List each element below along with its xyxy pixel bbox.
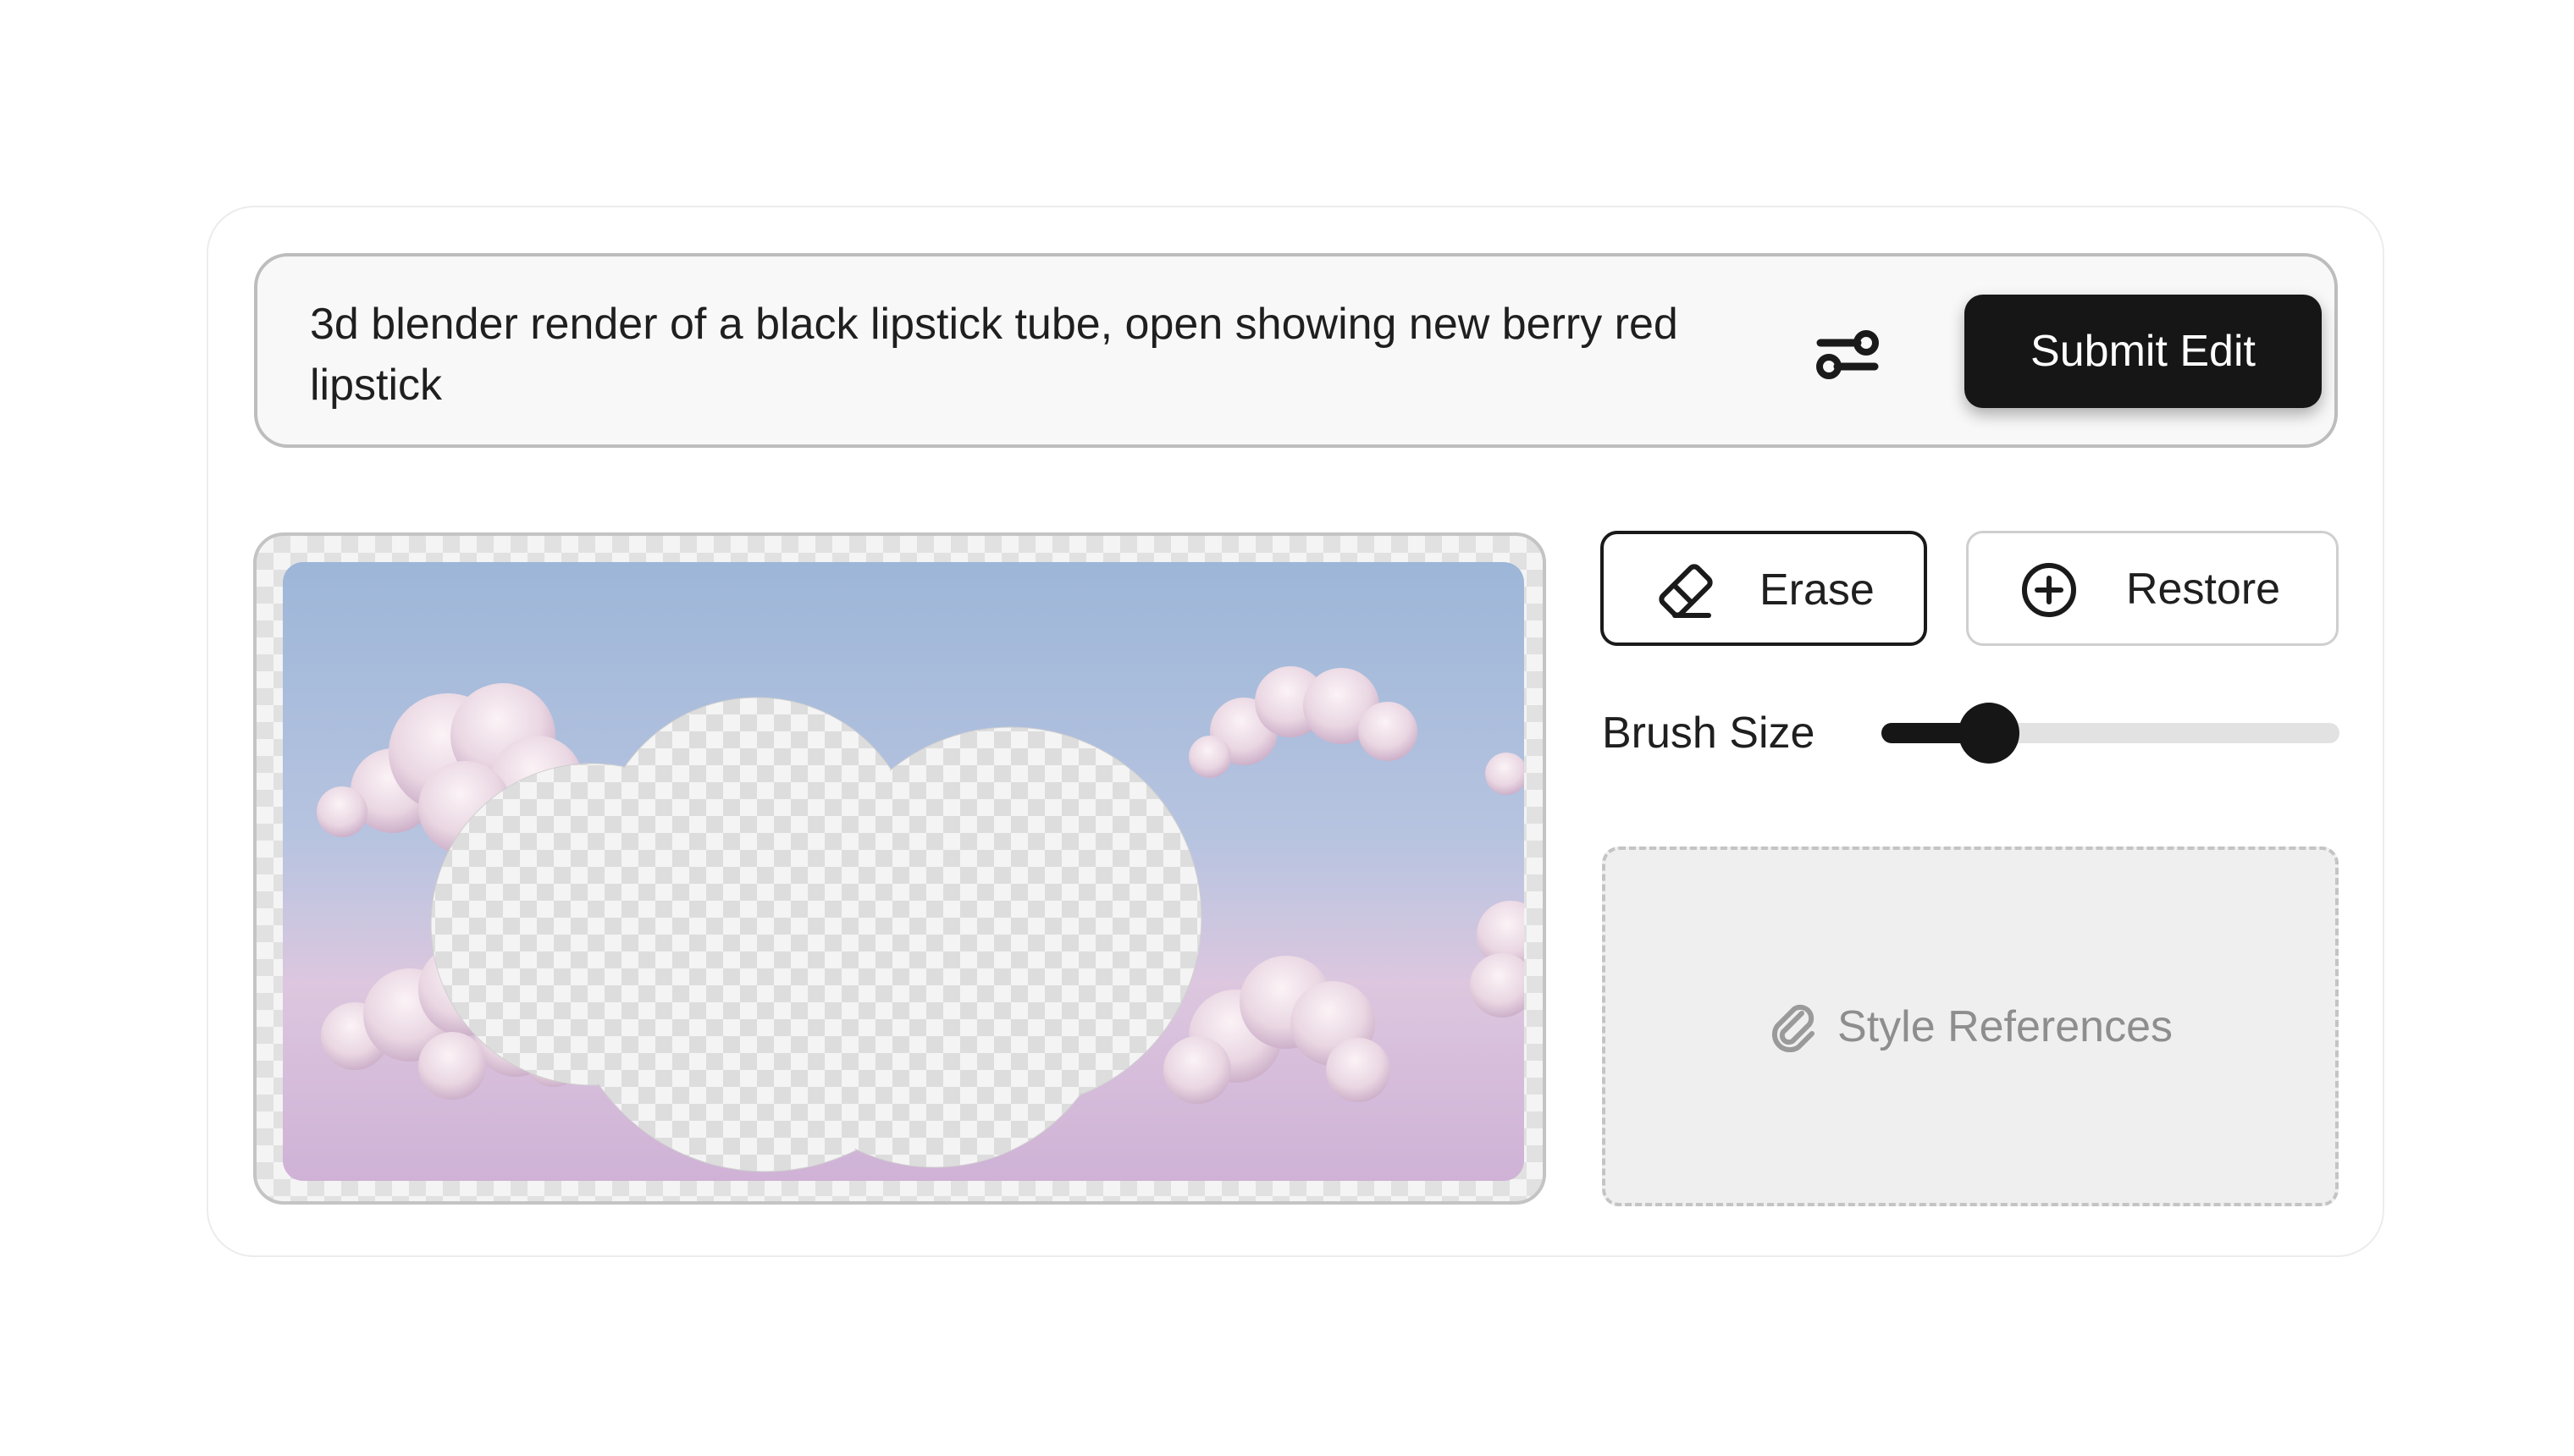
- style-references-dropzone[interactable]: Style References: [1602, 847, 2339, 1206]
- prompt-bar: 3d blender render of a black lipstick tu…: [254, 253, 2338, 448]
- canvas-image[interactable]: [283, 562, 1524, 1181]
- erase-label: Erase: [1759, 565, 1875, 615]
- sliders-icon[interactable]: [1814, 324, 1881, 383]
- image-canvas[interactable]: [253, 532, 1546, 1205]
- paperclip-icon: [1771, 1004, 1815, 1052]
- eraser-icon: [1659, 564, 1713, 618]
- brush-size-label: Brush Size: [1602, 709, 1815, 758]
- restore-button[interactable]: Restore: [1966, 531, 2339, 646]
- plus-circle-icon: [2022, 563, 2076, 617]
- brush-size-slider[interactable]: [1881, 703, 2339, 764]
- style-references-label: Style References: [1837, 1001, 2173, 1051]
- submit-edit-button[interactable]: Submit Edit: [1964, 295, 2322, 408]
- erase-button[interactable]: Erase: [1600, 531, 1927, 646]
- restore-label: Restore: [2126, 565, 2281, 614]
- prompt-input[interactable]: 3d blender render of a black lipstick tu…: [310, 294, 1749, 416]
- brush-size-thumb[interactable]: [1958, 703, 2019, 764]
